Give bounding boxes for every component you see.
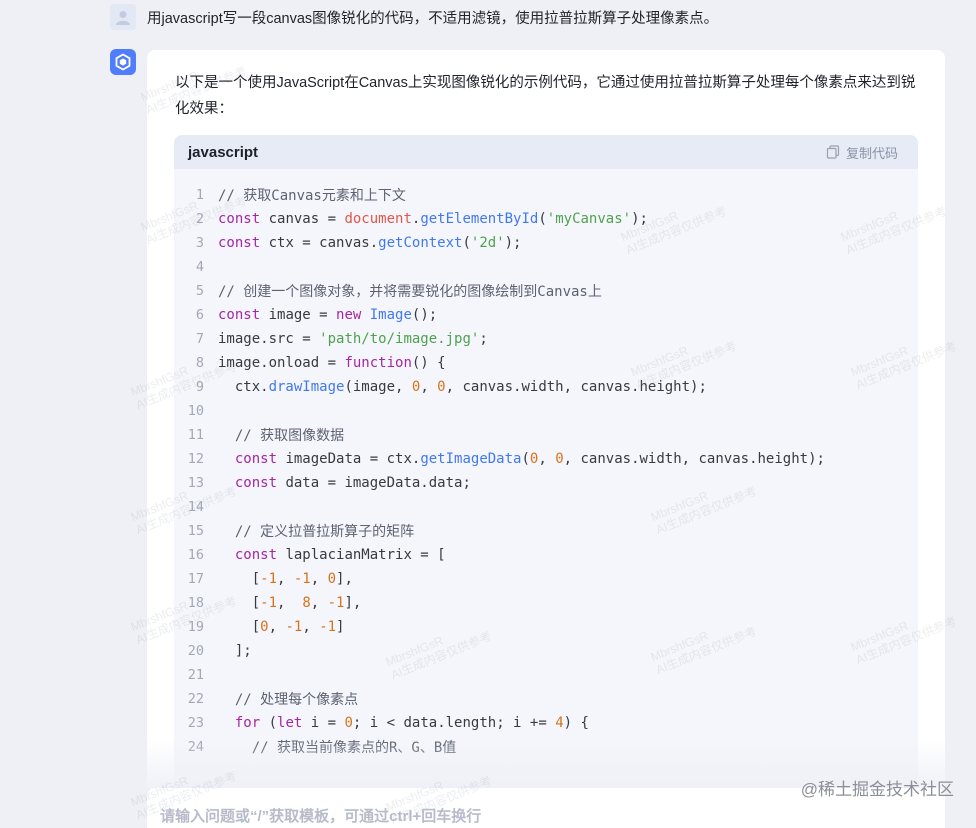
copy-code-button[interactable]: 复制代码 (826, 143, 898, 162)
code-line: 12 const imageData = ctx.getImageData(0,… (174, 447, 918, 471)
code-line: 1 // 获取Canvas元素和上下文 (174, 183, 918, 207)
code-line: 21 (174, 663, 918, 687)
line-number: 1 (195, 187, 204, 203)
code-line: 17 [-1, -1, 0], (174, 567, 918, 591)
code-line: 13 const data = imageData.data; (174, 471, 918, 495)
user-message-text: 用javascript写一段canvas图像锐化的代码，不适用滤镜，使用拉普拉斯… (147, 10, 719, 27)
line-number: 4 (195, 259, 204, 275)
code-text: // 获取图像数据 (218, 428, 345, 444)
line-number: 23 (187, 715, 204, 731)
line-number: 13 (187, 475, 204, 491)
code-line: 6 const image = new Image(); (174, 303, 918, 327)
line-number: 3 (195, 235, 204, 251)
code-body: 1 // 获取Canvas元素和上下文 2 const canvas = docume… (174, 183, 918, 759)
code-text: // 定义拉普拉斯算子的矩阵 (218, 524, 415, 540)
line-number: 10 (187, 403, 204, 419)
code-text: const ctx = canvas.getContext('2d'); (218, 235, 522, 251)
code-text: const laplacianMatrix = [ (234, 547, 446, 563)
code-text: // 处理每个像素点 (218, 692, 359, 708)
line-number: 17 (187, 571, 204, 587)
code-block-header: javascript 复制代码 (174, 135, 918, 169)
code-text: for (let i = 0; i < data.length; i += 4)… (234, 715, 589, 731)
code-text: const image = new Image(); (218, 307, 438, 323)
line-number: 2 (195, 211, 204, 227)
code-line: 4 (174, 255, 918, 279)
line-number: 5 (195, 283, 204, 299)
line-number: 12 (187, 451, 204, 467)
line-number: 20 (187, 643, 204, 659)
code-block: javascript 复制代码 1 // 获取Canvas元素和上下文 2 const… (174, 135, 918, 795)
copy-code-label: 复制代码 (845, 145, 898, 161)
code-text: [-1, -1, 0], (218, 571, 353, 587)
user-avatar (110, 4, 136, 30)
code-line: 9 ctx.drawImage(image, 0, 0, canvas.widt… (174, 375, 918, 399)
line-number: 21 (187, 667, 204, 683)
line-number: 11 (187, 427, 204, 443)
line-number: 19 (187, 619, 204, 635)
line-number: 6 (195, 307, 204, 323)
code-line: 14 (174, 495, 918, 519)
user-message-row: 用javascript写一段canvas图像锐化的代码，不适用滤镜，使用拉普拉斯… (110, 0, 718, 34)
user-icon (116, 11, 130, 25)
line-number: 7 (195, 331, 204, 347)
code-line: 5 // 创建一个图像对象，并将需要锐化的图像绘制到Canvas上 (174, 279, 918, 303)
code-line: 23 for (let i = 0; i < data.length; i +=… (174, 711, 918, 735)
code-text: image.src = 'path/to/image.jpg'; (218, 331, 488, 347)
line-number: 15 (187, 523, 204, 539)
answer-intro-text: 以下是一个使用JavaScript在Canvas上实现图像锐化的示例代码，它通过… (175, 75, 916, 117)
code-line: 16 const laplacianMatrix = [ (174, 543, 918, 567)
copy-icon (826, 145, 840, 159)
code-text: const data = imageData.data; (234, 475, 471, 491)
code-line: 11 // 获取图像数据 (174, 423, 918, 447)
assistant-answer-card: 以下是一个使用JavaScript在Canvas上实现图像锐化的示例代码，它通过… (147, 50, 945, 795)
code-line: 15 // 定义拉普拉斯算子的矩阵 (174, 519, 918, 543)
code-text: [-1, 8, -1], (218, 595, 362, 611)
code-text: ctx.drawImage(image, 0, 0, canvas.width,… (218, 379, 707, 395)
line-number: 9 (195, 379, 204, 395)
code-text: // 创建一个图像对象，并将需要锐化的图像绘制到Canvas上 (218, 284, 602, 300)
line-number: 22 (187, 691, 204, 707)
code-line: 7 image.src = 'path/to/image.jpg'; (174, 327, 918, 351)
code-text: // 获取Canvas元素和上下文 (218, 188, 406, 204)
code-text: ]; (218, 643, 252, 659)
code-line: 22 // 处理每个像素点 (174, 687, 918, 711)
line-number: 18 (187, 595, 204, 611)
code-line: 18 [-1, 8, -1], (174, 591, 918, 615)
code-text: const imageData = ctx.getImageData(0, 0,… (234, 451, 825, 467)
line-number: 14 (187, 499, 204, 515)
line-number: 8 (195, 355, 204, 371)
line-number: 16 (187, 547, 204, 563)
assistant-logo-icon (115, 53, 131, 71)
code-line: 19 [0, -1, -1] (174, 615, 918, 639)
code-line: 10 (174, 399, 918, 423)
code-text: [0, -1, -1] (218, 619, 345, 635)
code-text: const canvas = document.getElementById('… (218, 211, 648, 227)
assistant-avatar (110, 49, 136, 75)
source-watermark: @稀土掘金技术社区 (800, 780, 954, 799)
code-line: 3 const ctx = canvas.getContext('2d'); (174, 231, 918, 255)
code-line: 20 ]; (174, 639, 918, 663)
code-line: 8 image.onload = function() { (174, 351, 918, 375)
code-line: 2 const canvas = document.getElementById(… (174, 207, 918, 231)
code-text: image.onload = function() { (218, 355, 446, 371)
code-language-label: javascript (188, 143, 259, 161)
chat-input-placeholder: 请输入问题或“/”获取模板，可通过ctrl+回车换行 (160, 808, 482, 825)
